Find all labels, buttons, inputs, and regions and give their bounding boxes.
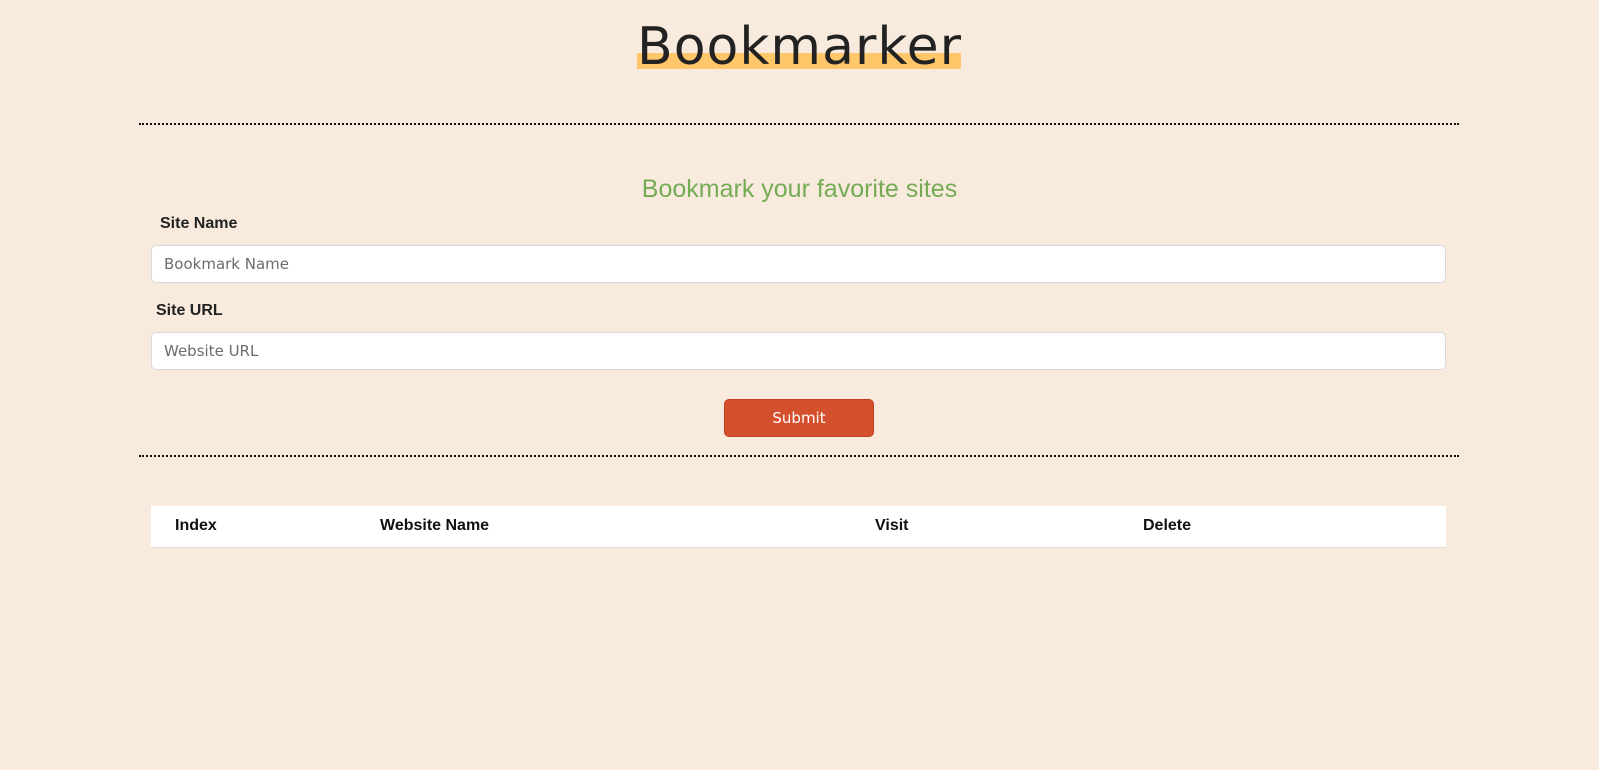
form-heading: Bookmark your favorite sites bbox=[641, 175, 958, 203]
site-name-input[interactable] bbox=[151, 245, 1446, 283]
bottom-divider bbox=[139, 455, 1459, 457]
site-name-label: Site Name bbox=[160, 215, 238, 232]
app-logo-title: Bookmarker bbox=[637, 17, 962, 77]
column-header-delete: Delete bbox=[1143, 517, 1192, 534]
column-header-visit: Visit bbox=[875, 517, 909, 534]
top-divider bbox=[139, 123, 1459, 125]
site-header: Bookmarker bbox=[0, 0, 1599, 90]
column-header-index: Index bbox=[175, 517, 217, 534]
site-url-input[interactable] bbox=[151, 332, 1446, 370]
site-url-label: Site URL bbox=[156, 302, 223, 319]
bookmarks-table-header: Index Website Name Visit Delete bbox=[151, 506, 1446, 548]
submit-button[interactable]: Submit bbox=[724, 399, 874, 437]
column-header-website-name: Website Name bbox=[380, 517, 490, 534]
